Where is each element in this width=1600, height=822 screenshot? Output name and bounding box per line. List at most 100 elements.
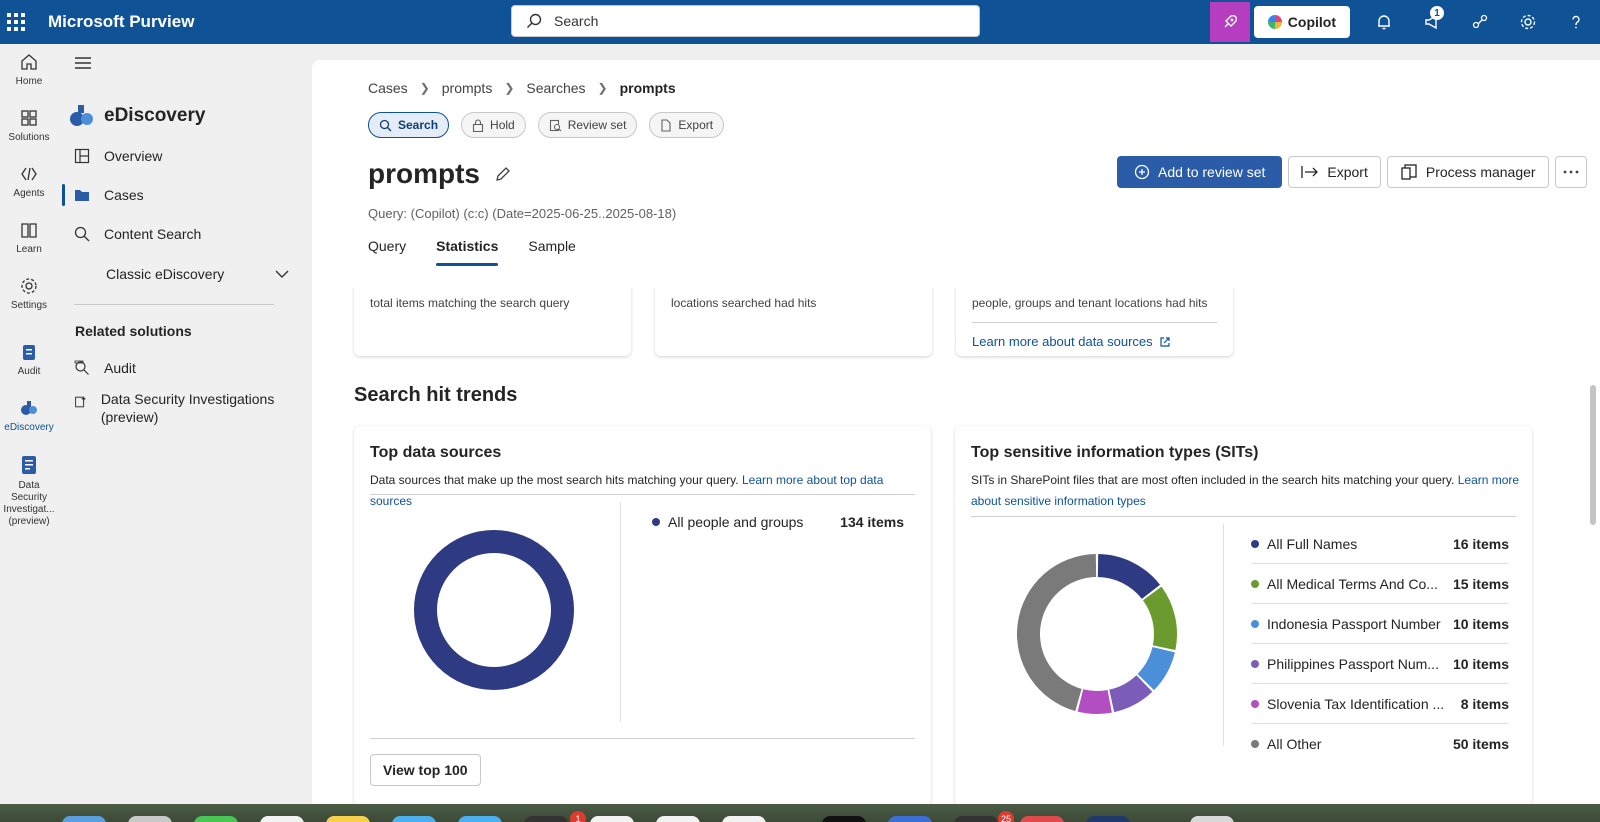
pill-review-set[interactable]: Review set xyxy=(537,112,638,138)
dock-app-icon[interactable] xyxy=(722,816,766,822)
export-button[interactable]: Export xyxy=(1288,156,1381,188)
copilot-button[interactable]: Copilot xyxy=(1253,6,1350,38)
learn-more-sits-link[interactable]: Learn more xyxy=(1458,473,1519,487)
pill-search[interactable]: Search xyxy=(368,112,450,138)
legend-value: 134 items xyxy=(840,514,904,530)
nav-item-audit[interactable]: Audit xyxy=(74,360,289,376)
dock-app-icon[interactable] xyxy=(524,816,568,822)
stat-card-items: total items matching the search query xyxy=(354,288,631,356)
sits-donut xyxy=(1016,554,1177,714)
legend-dot xyxy=(1251,659,1259,668)
more-actions-button[interactable] xyxy=(1554,156,1587,188)
ediscovery-icon xyxy=(70,105,93,126)
rail-item-learn[interactable]: Learn xyxy=(0,212,58,268)
rail-item-dsi[interactable]: Data Security Investigat... (preview) xyxy=(0,446,58,536)
rail-item-solutions[interactable]: Solutions xyxy=(0,100,58,156)
rail-item-settings[interactable]: Settings xyxy=(0,268,58,324)
pill-export[interactable]: Export xyxy=(649,112,725,138)
learn-more-sits-link-cont[interactable]: about sensitive information types xyxy=(971,494,1146,508)
nav-item-content-search[interactable]: Content Search xyxy=(74,226,289,242)
breadcrumb-case[interactable]: prompts xyxy=(442,80,493,96)
chevron-right-icon: ❯ xyxy=(419,81,430,95)
dock-app-icon[interactable] xyxy=(888,816,932,822)
dock-app-icon[interactable] xyxy=(128,816,172,822)
dock-app-icon[interactable] xyxy=(62,816,106,822)
dock-app-icon[interactable] xyxy=(1086,816,1130,822)
connections-button[interactable] xyxy=(1456,0,1504,44)
rail-item-ediscovery[interactable]: eDiscovery xyxy=(0,390,58,446)
button-label: Export xyxy=(1327,164,1368,180)
nav-item-label: Classic eDiscovery xyxy=(106,266,225,282)
rail-item-home[interactable]: Home xyxy=(0,44,58,100)
nav-item-classic-ediscovery[interactable]: Classic eDiscovery xyxy=(74,266,289,282)
collapse-nav-button[interactable] xyxy=(74,56,92,73)
dock-app-icon[interactable] xyxy=(822,816,866,822)
tab-query[interactable]: Query xyxy=(368,238,406,266)
dock-app-icon[interactable] xyxy=(194,816,238,822)
sits-legend: All Full Names 16 items All Medical Terms… xyxy=(1251,524,1509,764)
donut-slice[interactable] xyxy=(1016,554,1097,712)
dock-app-icon[interactable] xyxy=(392,816,436,822)
process-manager-button[interactable]: Process manager xyxy=(1386,156,1549,188)
tab-sample[interactable]: Sample xyxy=(528,238,575,266)
process-icon xyxy=(1401,164,1417,180)
connections-icon xyxy=(1472,14,1488,29)
learn-more-data-sources-link[interactable]: Learn more about data sources xyxy=(972,334,1171,349)
donut-slice[interactable] xyxy=(1097,554,1161,599)
settings-icon xyxy=(21,278,37,294)
search-placeholder: Search xyxy=(554,13,599,29)
button-label: Add to review set xyxy=(1158,164,1266,180)
legend-row: Slovenia Tax Identification ... 8 items xyxy=(1251,684,1509,724)
review-icon xyxy=(549,119,562,131)
export-icon xyxy=(1301,166,1319,178)
vertical-scrollbar[interactable] xyxy=(1586,60,1600,804)
dock-app-icon[interactable] xyxy=(1020,816,1064,822)
dock-app-icon[interactable] xyxy=(326,816,370,822)
settings-button[interactable] xyxy=(1504,0,1552,44)
dock-app-icon[interactable] xyxy=(656,816,700,822)
edit-icon[interactable] xyxy=(494,165,512,183)
app-title[interactable]: Microsoft Purview xyxy=(48,12,194,32)
bell-button[interactable] xyxy=(1360,0,1408,44)
chevron-right-icon: ❯ xyxy=(597,81,608,95)
help-icon xyxy=(1572,15,1580,29)
waffle-icon xyxy=(7,13,25,31)
dock-app-icon[interactable] xyxy=(458,816,502,822)
rail-label: Agents xyxy=(13,188,45,199)
nav-item-overview[interactable]: Overview xyxy=(74,148,289,164)
dock-app-icon[interactable] xyxy=(1190,816,1234,822)
lock-icon xyxy=(472,118,484,132)
search-input[interactable]: Search xyxy=(511,5,980,37)
rail-label: Home xyxy=(15,76,43,87)
app-launcher-button[interactable] xyxy=(0,0,32,44)
notifications-button[interactable]: 1 xyxy=(1408,0,1456,44)
rail-label: Settings xyxy=(10,300,48,311)
rail-item-audit[interactable]: Audit xyxy=(0,334,58,390)
pill-label: Search xyxy=(398,118,439,132)
hamburger-icon xyxy=(75,57,91,69)
view-top-100-button[interactable]: View top 100 xyxy=(370,754,481,786)
help-button[interactable] xyxy=(1552,0,1600,44)
rocket-button[interactable] xyxy=(1209,2,1250,42)
breadcrumb-searches[interactable]: Searches xyxy=(526,80,585,96)
donut-slice[interactable] xyxy=(1077,689,1112,714)
rail-item-agents[interactable]: Agents xyxy=(0,156,58,212)
dock-app-icon[interactable] xyxy=(590,816,634,822)
nav-item-cases[interactable]: Cases xyxy=(74,187,289,203)
donut-slice[interactable] xyxy=(414,530,574,690)
dock-app-icon[interactable] xyxy=(954,816,998,822)
left-rail: Home Solutions Agents Learn Settings Aud… xyxy=(0,44,58,804)
tab-statistics[interactable]: Statistics xyxy=(436,238,499,266)
pill-hold[interactable]: Hold xyxy=(461,112,526,138)
add-to-review-set-button[interactable]: Add to review set xyxy=(1117,156,1283,188)
more-icon xyxy=(1563,170,1578,174)
nav-item-dsi[interactable]: Data Security Investigations (preview) xyxy=(74,390,289,426)
dsi-icon xyxy=(75,396,87,408)
nav-item-label: Cases xyxy=(104,187,144,203)
stat-card-text: locations searched had hits xyxy=(671,296,817,310)
breadcrumb-cases[interactable]: Cases xyxy=(368,80,408,96)
scrollbar-thumb[interactable] xyxy=(1590,385,1596,525)
pill-label: Export xyxy=(678,118,714,132)
donut-slice[interactable] xyxy=(1142,586,1177,650)
dock-app-icon[interactable] xyxy=(260,816,304,822)
